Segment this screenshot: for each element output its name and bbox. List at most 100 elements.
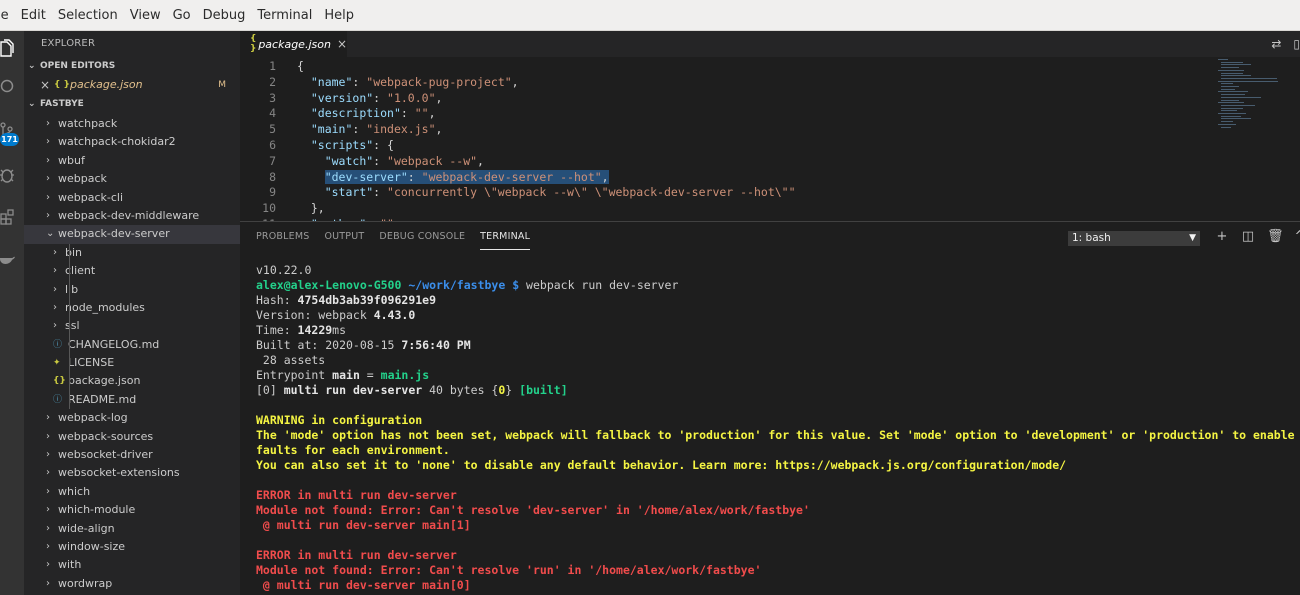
code-token: "webpack-dev-server --hot"	[421, 169, 602, 184]
code-line: 5 "main": "index.js",	[240, 121, 1220, 137]
tree-item[interactable]: › with	[24, 556, 240, 574]
menu-item[interactable]: Selection	[52, 0, 124, 31]
code-line: 1{	[240, 58, 1220, 74]
tree-item[interactable]: › webpack-cli	[24, 189, 240, 207]
tree-item[interactable]: › window-size	[24, 538, 240, 556]
tree-item[interactable]: ⓘ CHANGELOG.md	[24, 336, 240, 354]
panel-tab-output[interactable]: OUTPUT	[324, 230, 364, 250]
open-editors-header[interactable]: ⌄ OPEN EDITORS	[24, 57, 240, 75]
tree-item-label: webpack-sources	[58, 429, 154, 443]
tree-item[interactable]: › lib	[24, 281, 240, 299]
menu-item[interactable]: Help	[318, 0, 360, 31]
code-editor[interactable]: 1{2 "name": "webpack-pug-project", 3 "ver…	[240, 57, 1300, 221]
editor-tab-bar: { } package.json × ⇄ ▯	[240, 31, 1300, 57]
tab-package-json[interactable]: { } package.json ×	[240, 31, 347, 57]
menu-item[interactable]: Debug	[197, 0, 252, 31]
terminal-text: multi run dev-server	[283, 383, 423, 397]
chevron-down-icon: ▼	[1189, 233, 1196, 243]
tree-item[interactable]: ⓘ README.md	[24, 391, 240, 409]
tree-item-label: webpack	[58, 172, 107, 186]
tree-item[interactable]: › which	[24, 483, 240, 501]
tree-item[interactable]: › wordwrap	[24, 575, 240, 593]
search-icon[interactable]	[0, 73, 24, 101]
tree-item-label: wide-align	[58, 521, 115, 535]
tree-item[interactable]: › bin	[24, 244, 240, 262]
tab-label: package.json	[258, 37, 331, 51]
tree-item[interactable]: ✦ LICENSE	[24, 354, 240, 372]
close-icon[interactable]: ×	[40, 75, 54, 95]
terminal-output[interactable]: v10.22.0 alex@alex-Lenovo-G500 ~/work/fas…	[256, 263, 1300, 593]
code-line: 3 "version": "1.0.0",	[240, 90, 1220, 106]
tree-item[interactable]: › wbuf	[24, 152, 240, 170]
tree-item[interactable]: › websocket-extensions	[24, 464, 240, 482]
tree-item[interactable]: ⌄ webpack-dev-server	[24, 225, 240, 244]
open-editor-item[interactable]: × { } package.json M	[24, 75, 240, 95]
extensions-icon[interactable]	[0, 203, 24, 231]
tree-item[interactable]: › wide-align	[24, 520, 240, 538]
code-text: "dev-server": "webpack-dev-server --hot"…	[297, 169, 609, 185]
panel-tab-debug-console[interactable]: DEBUG CONSOLE	[379, 230, 465, 250]
tree-item[interactable]: › webpack-dev-middleware	[24, 207, 240, 225]
menu-item[interactable]: Terminal	[251, 0, 318, 31]
tree-item[interactable]: › which-module	[24, 501, 240, 519]
tree-item-label: webpack-dev-server	[58, 227, 170, 241]
code-text: "name": "webpack-pug-project",	[297, 74, 519, 90]
panel-tab-terminal[interactable]: TERMINAL	[480, 230, 531, 250]
tree-item[interactable]: {} package.json	[24, 372, 240, 390]
folder-header[interactable]: ⌄ FASTBYE	[24, 95, 240, 113]
debug-icon[interactable]	[0, 161, 24, 189]
scm-badge: 171	[0, 133, 19, 146]
terminal-text: ms	[332, 323, 347, 337]
terminal-line: Module not found: Error: Can't resolve '…	[256, 503, 1300, 518]
code-text: "description": "",	[297, 105, 436, 121]
modified-badge: M	[218, 80, 226, 90]
chevron-up-icon[interactable]: ^	[1293, 229, 1300, 244]
terminal-text: Module not found: Error: Can't resolve '…	[256, 503, 810, 517]
terminal-text: 28 assets	[256, 353, 326, 367]
tree-item[interactable]: › watchpack	[24, 115, 240, 133]
tree-item[interactable]: › webpack	[24, 170, 240, 188]
tree-item[interactable]: › webpack-sources	[24, 428, 240, 446]
tree-item[interactable]: › ssl	[24, 317, 240, 335]
tree-item-label: ssl	[65, 319, 80, 333]
panel-tab-problems[interactable]: PROBLEMS	[256, 230, 309, 250]
tree-item[interactable]: › client	[24, 262, 240, 280]
compare-icon[interactable]: ⇄	[1271, 37, 1281, 51]
minimap-line	[1218, 102, 1244, 104]
chevron-right-icon: ›	[46, 504, 50, 516]
menu-item[interactable]: le	[0, 0, 15, 31]
terminal-line: alex@alex-Lenovo-G500 ~/work/fastbye $ w…	[256, 278, 1300, 293]
code-token: {	[297, 59, 304, 73]
trash-icon[interactable]: 🗑	[1267, 229, 1284, 244]
tree-item-label: bin	[65, 245, 83, 259]
tree-item[interactable]: › watchpack-chokidar2	[24, 133, 240, 151]
indent-guide	[69, 243, 70, 410]
menu-item[interactable]: Go	[167, 0, 197, 31]
chevron-right-icon: ›	[46, 173, 50, 185]
split-terminal-icon[interactable]: ◫	[1241, 229, 1255, 244]
add-terminal-icon[interactable]: +	[1215, 229, 1229, 244]
code-token: : {	[373, 138, 394, 152]
explorer-icon[interactable]	[0, 34, 24, 62]
minimap[interactable]	[1218, 57, 1288, 137]
docker-icon[interactable]	[0, 245, 24, 273]
close-icon[interactable]: ×	[337, 37, 347, 51]
terminal-select[interactable]: 1: bash ▼	[1068, 231, 1200, 246]
chevron-right-icon: ›	[46, 540, 50, 552]
tree-item[interactable]: › node_modules	[24, 299, 240, 317]
tree-item-label: CHANGELOG.md	[68, 337, 160, 351]
terminal-text: main.js	[380, 368, 430, 382]
split-editor-icon[interactable]: ▯	[1293, 37, 1300, 51]
tree-item-label: which-module	[58, 503, 136, 517]
terminal-text: ERROR in multi run dev-server	[256, 548, 457, 562]
tree-item[interactable]: › websocket-driver	[24, 446, 240, 464]
code-line: 8 "dev-server": "webpack-dev-server --ho…	[240, 169, 1220, 185]
terminal-text: Module not found: Error: Can't resolve '…	[256, 563, 762, 577]
terminal-line: Version: webpack 4.43.0	[256, 308, 1300, 323]
line-number: 4	[269, 106, 276, 121]
menu-item[interactable]: Edit	[15, 0, 52, 31]
menu-item[interactable]: View	[124, 0, 167, 31]
tree-item[interactable]: › webpack-log	[24, 409, 240, 427]
